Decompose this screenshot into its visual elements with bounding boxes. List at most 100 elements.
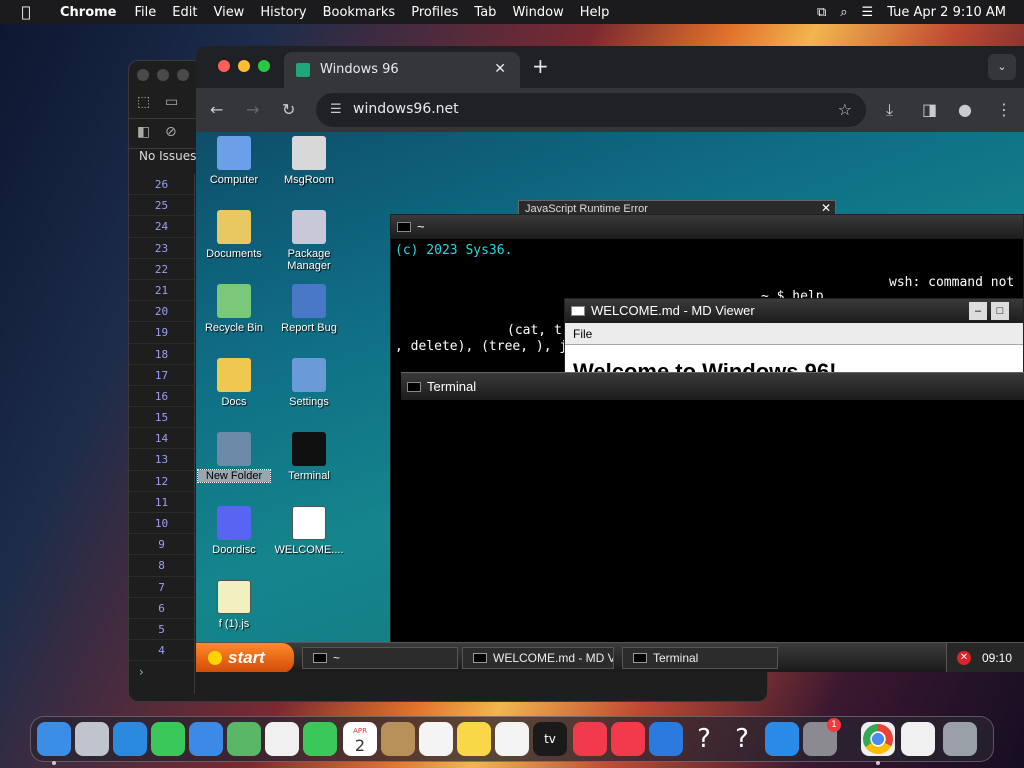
side-panel-icon[interactable]: ◨	[922, 100, 937, 119]
devtools-zoom-button[interactable]	[177, 69, 189, 81]
devtools-minimize-button[interactable]	[157, 69, 169, 81]
menu-profiles[interactable]: Profiles	[403, 5, 466, 20]
forward-arrow-icon[interactable]: →	[246, 100, 259, 119]
menu-file[interactable]: File	[127, 5, 165, 20]
inspect-element-icon[interactable]: ⬚	[137, 94, 150, 110]
md-viewer-maximize-button[interactable]: □	[991, 302, 1009, 320]
dock-calendar-icon[interactable]: APR 2	[343, 722, 377, 756]
md-viewer-title-bar[interactable]: WELCOME.md - MD Viewer – □	[565, 299, 1023, 323]
menu-bookmarks[interactable]: Bookmarks	[315, 5, 404, 20]
profile-icon[interactable]: ●	[958, 100, 972, 119]
download-icon[interactable]: ⤓	[886, 100, 893, 120]
desktop-icon-welcome-md[interactable]: WELCOME....	[273, 506, 345, 556]
spotlight-search-icon[interactable]: ⌕	[840, 5, 847, 20]
dock-finder-icon[interactable]	[37, 722, 71, 765]
taskbar-item-shell[interactable]: ~	[302, 647, 458, 669]
menu-help[interactable]: Help	[572, 5, 618, 20]
clear-console-icon[interactable]: ⊘	[165, 124, 177, 140]
dock-news-icon[interactable]	[611, 722, 645, 756]
taskbar-item-md-viewer[interactable]: WELCOME.md - MD Vi...	[462, 647, 614, 669]
window-close-button[interactable]	[218, 60, 230, 72]
menu-edit[interactable]: Edit	[164, 5, 205, 20]
dock-unknown-app-icon[interactable]: ?	[687, 722, 721, 756]
menubar-clock[interactable]: Tue Apr 2 9:10 AM	[887, 5, 1006, 20]
dock-trash-icon[interactable]	[943, 722, 977, 756]
dock-app-store-icon[interactable]	[765, 722, 799, 756]
dock-launchpad-icon[interactable]	[75, 722, 109, 756]
recycle-bin-icon	[217, 284, 251, 318]
desktop-icon-report-bug[interactable]: Report Bug	[273, 284, 345, 334]
desktop-icon-label: Terminal	[288, 470, 330, 482]
js-error-close-icon[interactable]: ✕	[821, 201, 831, 215]
menu-history[interactable]: History	[252, 5, 314, 20]
desktop-icon-documents[interactable]: Documents	[198, 210, 270, 260]
md-viewer-window[interactable]: WELCOME.md - MD Viewer – □ File Welcome …	[564, 298, 1024, 384]
desktop-icon-package-manager[interactable]: Package Manager	[273, 210, 345, 272]
dock-photos-icon[interactable]	[265, 722, 299, 756]
tab-close-icon[interactable]: ✕	[494, 61, 506, 77]
window-minimize-button[interactable]	[238, 60, 250, 72]
new-folder-icon	[217, 432, 251, 466]
tab-search-button[interactable]: ⌄	[988, 54, 1016, 80]
dock-freeform-icon[interactable]	[495, 722, 529, 756]
desktop-icon-docs[interactable]: Docs	[198, 358, 270, 408]
dock-contacts-icon[interactable]	[381, 722, 415, 756]
device-toolbar-icon[interactable]: ▭	[165, 94, 178, 110]
back-arrow-icon[interactable]: ←	[210, 100, 223, 119]
address-bar[interactable]: ☰ windows96.net ☆	[316, 93, 866, 127]
md-viewer-minimize-button[interactable]: –	[969, 302, 987, 320]
taskbar-item-terminal[interactable]: Terminal	[622, 647, 778, 669]
desktop-icon-label: MsgRoom	[283, 174, 335, 186]
apple-logo-icon[interactable]: 	[0, 3, 52, 21]
menu-window[interactable]: Window	[504, 5, 571, 20]
console-prompt-icon[interactable]: ›	[139, 665, 144, 679]
menu-tab[interactable]: Tab	[466, 5, 504, 20]
menu-view[interactable]: View	[205, 5, 252, 20]
devtools-close-button[interactable]	[137, 69, 149, 81]
desktop-icon-js-file[interactable]: f (1).js	[198, 580, 270, 630]
issues-count-label[interactable]: No Issues	[139, 149, 196, 163]
desktop-icon-doordisc[interactable]: Doordisc	[198, 506, 270, 556]
dock-facetime-icon[interactable]	[303, 722, 337, 756]
md-viewer-file-menu[interactable]: File	[573, 327, 592, 341]
dock-system-settings-icon[interactable]: 1	[803, 718, 841, 756]
desktop-icon-terminal[interactable]: Terminal	[273, 432, 345, 482]
error-notification-icon[interactable]: ✕	[957, 651, 971, 665]
desktop-icon-msgroom[interactable]: MsgRoom	[273, 136, 345, 186]
dock-mail-icon[interactable]	[189, 722, 223, 756]
desktop-icon-recycle-bin[interactable]: Recycle Bin	[198, 284, 270, 334]
desktop-icon-new-folder[interactable]: New Folder	[197, 432, 271, 483]
dock-safari-icon[interactable]	[113, 722, 147, 756]
dock-keynote-icon[interactable]	[649, 722, 683, 756]
windows96-desktop[interactable]: Computer MsgRoom Documents Package Manag…	[196, 132, 1024, 672]
reload-icon[interactable]: ↻	[282, 100, 295, 119]
chrome-menu-icon[interactable]: ⋮	[996, 100, 1012, 119]
shell-title-bar[interactable]: ~	[391, 215, 1023, 239]
dock-chrome-icon[interactable]	[861, 722, 895, 765]
dock-apple-tv-icon[interactable]: tv	[533, 722, 567, 756]
dock-music-icon[interactable]	[573, 722, 607, 756]
screen-mirroring-icon[interactable]: ⧉	[817, 5, 826, 20]
new-tab-button[interactable]: +	[532, 54, 549, 78]
taskbar-clock[interactable]: 09:10	[982, 643, 1012, 672]
desktop-icon-settings[interactable]: Settings	[273, 358, 345, 408]
tab-windows96[interactable]: Windows 96 ✕	[284, 52, 520, 88]
md-viewer-app-icon	[473, 653, 487, 663]
start-button[interactable]: start	[196, 643, 294, 672]
dock-notes-icon[interactable]	[457, 722, 491, 756]
sidebar-toggle-icon[interactable]: ◧	[137, 124, 150, 140]
window-zoom-button[interactable]	[258, 60, 270, 72]
dock-unknown-app-icon[interactable]: ?	[725, 722, 759, 756]
bookmark-star-icon[interactable]: ☆	[838, 100, 852, 119]
desktop-icon-computer[interactable]: Computer	[198, 136, 270, 186]
dock-document-icon[interactable]	[901, 722, 935, 756]
address-bar-url[interactable]: windows96.net	[353, 101, 459, 117]
terminal-title-bar[interactable]: Terminal	[401, 372, 1024, 400]
control-center-icon[interactable]: ☰	[862, 5, 874, 20]
dock-maps-icon[interactable]	[227, 722, 261, 756]
site-info-icon[interactable]: ☰	[330, 102, 342, 117]
terminal-window[interactable]: Terminal	[401, 372, 1024, 644]
dock-messages-icon[interactable]	[151, 722, 185, 756]
dock-reminders-icon[interactable]	[419, 722, 453, 756]
menu-chrome[interactable]: Chrome	[52, 5, 127, 20]
